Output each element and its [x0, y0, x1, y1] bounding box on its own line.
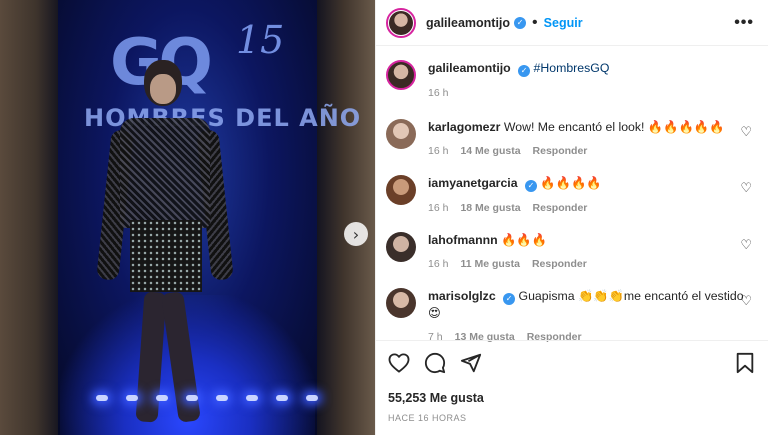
floor-light [186, 395, 198, 401]
heart-icon[interactable] [388, 353, 410, 373]
comment-text: Wow! Me encantó el look! 🔥🔥🔥🔥🔥 [503, 120, 725, 134]
floor-light [306, 395, 318, 401]
avatar[interactable] [386, 288, 416, 318]
post-header: galileamontijo ✓ • Seguir ••• [376, 0, 768, 46]
floor-light [126, 395, 138, 401]
comment-row: lahofmannn 🔥🔥🔥 16 h 11 Me gusta Responde… [386, 232, 754, 272]
reply-button[interactable]: Responder [532, 256, 587, 272]
comment-time: 16 h [428, 145, 449, 157]
person-figure [96, 60, 234, 430]
comment-username[interactable]: iamyanetgarcia [428, 176, 518, 190]
comment-row: marisolglzc ✓ Guapisma 👏👏👏me encantó el … [386, 288, 754, 345]
instagram-post: GQ 15 HOMBRES DEL AÑO › gali [0, 0, 768, 435]
avatar[interactable] [386, 175, 416, 205]
wall-right [317, 0, 375, 435]
avatar[interactable] [386, 119, 416, 149]
verified-badge-icon: ✓ [518, 65, 531, 77]
comments-list: galileamontijo ✓ #HombresGQ 16 h karlago… [376, 46, 768, 345]
comment-username[interactable]: marisolglzc [428, 289, 496, 303]
comment-time: 16 h [428, 258, 449, 270]
verified-badge-icon: ✓ [503, 293, 516, 305]
verified-badge-icon: ✓ [514, 16, 527, 29]
caption-hashtag[interactable]: #HombresGQ [534, 61, 610, 75]
post-timestamp: HACE 16 HORAS [388, 413, 467, 423]
floor-light [216, 395, 228, 401]
comment-icon[interactable] [424, 352, 446, 374]
comment-username[interactable]: lahofmannn [428, 233, 498, 247]
gq-logo-number: 15 [236, 18, 285, 62]
bookmark-icon[interactable] [735, 352, 755, 374]
action-icons [388, 351, 755, 375]
share-icon[interactable] [460, 352, 482, 374]
comment-likes[interactable]: 11 Me gusta [460, 256, 520, 272]
heart-icon[interactable]: ♡ [740, 294, 752, 309]
follow-button[interactable]: Seguir [544, 16, 583, 30]
avatar[interactable] [386, 7, 416, 38]
floor-light [246, 395, 258, 401]
caption-time: 16 h [428, 87, 449, 99]
heart-icon[interactable]: ♡ [740, 181, 752, 196]
comment-text: 🔥🔥🔥🔥 [540, 176, 602, 190]
chevron-right-icon[interactable]: › [344, 222, 368, 246]
figure-leg-right [161, 291, 201, 423]
figure-torso [120, 118, 210, 228]
figure-face [150, 74, 176, 104]
floor-light [96, 395, 108, 401]
reply-button[interactable]: Responder [533, 200, 588, 216]
floor-lights [96, 395, 318, 401]
avatar[interactable] [386, 232, 416, 262]
floor-light [276, 395, 288, 401]
more-options-icon[interactable]: ••• [734, 14, 754, 32]
comment-likes[interactable]: 18 Me gusta [460, 200, 520, 216]
comment-time: 16 h [428, 202, 449, 214]
figure-leg-left [135, 291, 167, 423]
caption-row: galileamontijo ✓ #HombresGQ 16 h [386, 60, 754, 101]
post-actions: 55,253 Me gusta HACE 16 HORAS [376, 340, 768, 435]
header-username[interactable]: galileamontijo [426, 16, 510, 30]
heart-icon[interactable]: ♡ [740, 238, 752, 253]
avatar[interactable] [386, 60, 416, 90]
comment-row: iamyanetgarcia ✓ 🔥🔥🔥🔥 16 h 18 Me gusta R… [386, 175, 754, 216]
likes-count[interactable]: 55,253 Me gusta [388, 391, 755, 405]
header-separator: • [532, 13, 538, 31]
verified-badge-icon: ✓ [524, 180, 537, 192]
heart-icon[interactable]: ♡ [740, 125, 752, 140]
comment-likes[interactable]: 14 Me gusta [460, 143, 520, 159]
comment-row: karlagomezr Wow! Me encantó el look! 🔥🔥🔥… [386, 119, 754, 159]
post-photo[interactable]: GQ 15 HOMBRES DEL AÑO › [0, 0, 375, 435]
wall-left [0, 0, 60, 435]
post-sidebar: galileamontijo ✓ • Seguir ••• galileamon… [375, 0, 768, 435]
reply-button[interactable]: Responder [533, 143, 588, 159]
comment-username[interactable]: karlagomezr [428, 120, 500, 134]
figure-skirt [130, 220, 202, 292]
caption-username[interactable]: galileamontijo [428, 61, 511, 75]
comment-text: 🔥🔥🔥 [501, 233, 548, 247]
floor-light [156, 395, 168, 401]
